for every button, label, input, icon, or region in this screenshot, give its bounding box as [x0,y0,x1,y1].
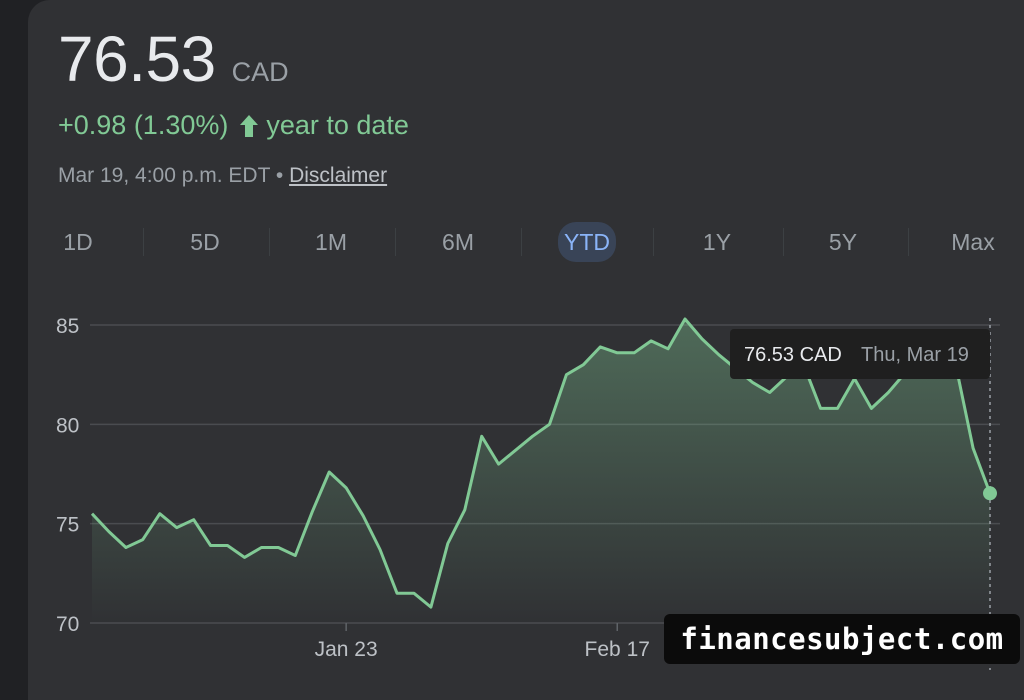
data-point [648,338,654,344]
y-tick-label: 80 [56,414,79,437]
data-point [292,552,298,558]
price-chart[interactable]: 85807570 Jan 23Feb 17Mar 11 76.53 CAD Th… [0,0,1024,670]
data-point [970,445,976,451]
data-point [818,405,824,411]
data-point [496,461,502,467]
data-point [665,346,671,352]
y-tick-label: 75 [56,514,79,537]
tooltip: 76.53 CAD Thu, Mar 19 [730,329,990,379]
data-point [394,590,400,596]
y-tick-label: 70 [56,613,79,636]
data-point [411,590,417,596]
data-point [258,545,264,551]
data-point [699,336,705,342]
data-point [682,316,688,322]
data-point [445,541,451,547]
data-point [275,545,281,551]
data-point [767,390,773,396]
x-tick-label: Jan 23 [315,638,378,661]
x-tick-label: Feb 17 [585,638,650,661]
data-point [309,509,315,515]
y-axis-labels: 85 80 75 70 [56,315,79,636]
data-point [479,433,485,439]
current-point-marker[interactable] [983,486,997,501]
data-point [191,517,197,523]
data-point [174,525,180,531]
data-point [225,543,231,549]
data-point [89,511,95,517]
data-point [140,537,146,543]
data-point [614,350,620,356]
data-point [580,362,586,368]
data-point [835,405,841,411]
data-point [885,390,891,396]
data-point [157,511,163,517]
data-point [546,421,552,427]
data-point [868,405,874,411]
data-point [377,546,383,552]
data-point [716,352,722,358]
data-point [326,469,332,475]
tooltip-value: 76.53 CAD [744,344,842,366]
data-point [343,485,349,491]
data-point [563,372,569,378]
y-tick-label: 85 [56,315,79,338]
data-point [428,604,434,610]
data-point [597,344,603,350]
tooltip-date: Thu, Mar 19 [861,344,969,366]
data-point [241,554,247,560]
data-point [208,543,214,549]
data-point [123,545,129,551]
data-point [513,447,519,453]
watermark: financesubject.com [664,614,1020,664]
data-point [631,350,637,356]
data-point [750,380,756,386]
data-point [106,529,112,535]
data-point [462,507,468,513]
data-point [530,433,536,439]
data-point [360,513,366,519]
